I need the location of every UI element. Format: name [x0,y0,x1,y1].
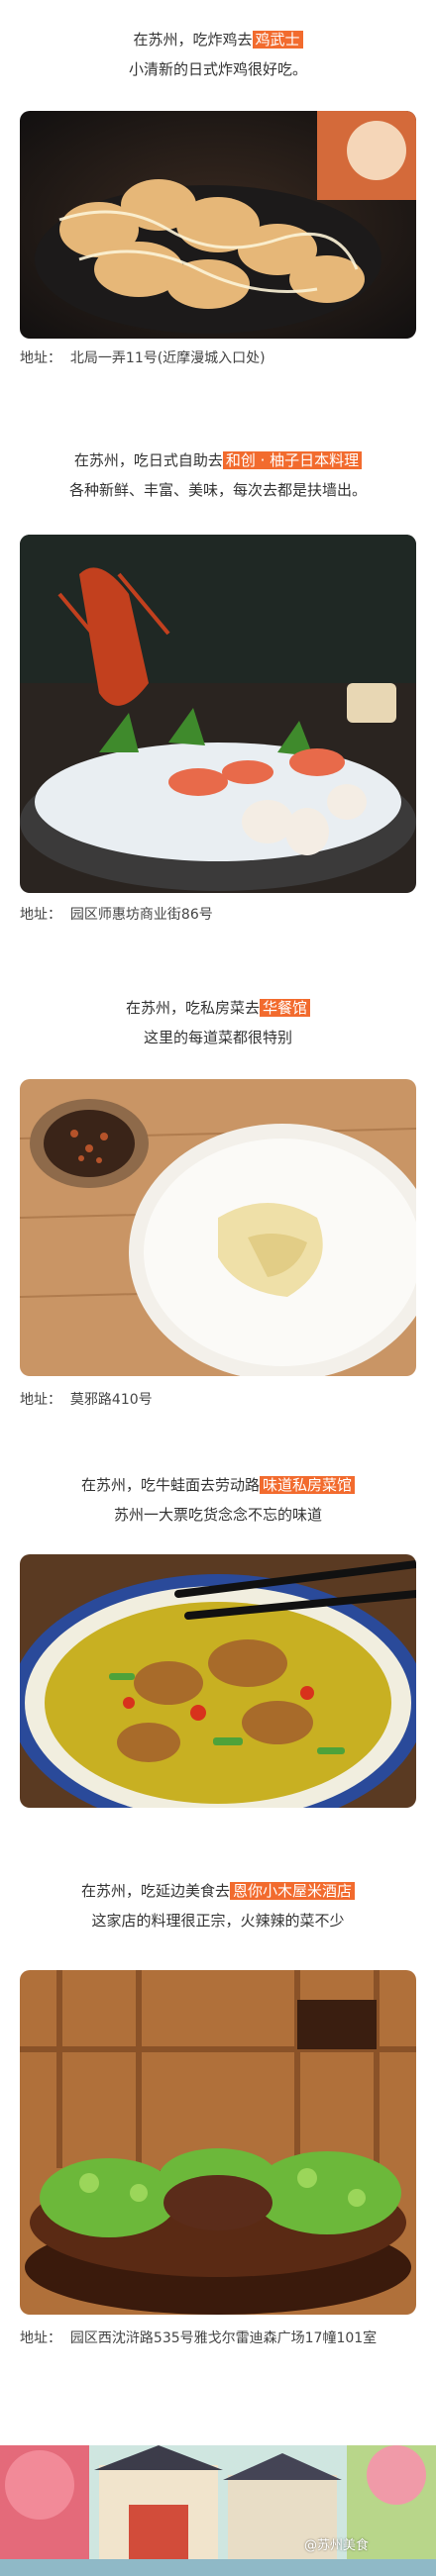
food-photo-private-kitchen [20,1079,416,1376]
entry-subtitle: 这里的每道菜都很特别 [143,1029,292,1046]
food-photo-bullfrog [20,1554,416,1808]
entry-subtitle: 各种新鲜、丰富、美味，每次去都是扶墙出。 [68,481,367,499]
headline-text: 在苏州，吃延边美食去 [80,1882,230,1900]
address-text: 北局一弄11号(近摩漫城入口处) [69,350,266,366]
entry-headline: 在苏州，吃炸鸡去 鸡武士 [0,30,436,50]
entry-address: 地址： 园区师惠坊商业街86号 [20,903,416,927]
restaurant-name-highlight: 鸡武士 [252,31,303,49]
restaurant-name-highlight: 味道私房菜馆 [260,1476,356,1494]
entry-3: 在苏州，吃私房菜去 华餐馆 这里的每道菜都很特别 [0,998,436,1047]
headline-text: 在苏州，吃私房菜去 [125,999,260,1017]
address-text: 园区西沈浒路535号雅戈尔雷迪森广场17幢101室 [69,2330,378,2346]
entry-subtitle: 这家店的料理很正宗，火辣辣的菜不少 [91,1912,345,1930]
food-photo-yanbian [20,1970,416,2315]
entry-subtitle: 小清新的日式炸鸡很好吃。 [128,60,307,78]
entry-2: 在苏州，吃日式自助去 和创 · 柚子日本料理 各种新鲜、丰富、美味，每次去都是扶墙… [0,450,436,500]
address-label: 地址： [20,350,61,366]
entry-headline: 在苏州，吃牛蛙面去劳动路 味道私房菜馆 [0,1475,436,1495]
address-label: 地址： [20,1392,61,1408]
address-label: 地址： [20,907,61,923]
entry-subtitle: 苏州一大票吃货念念不忘的味道 [113,1506,322,1524]
entry-5: 在苏州，吃延边美食去 恩你小木屋米酒店 这家店的料理很正宗，火辣辣的菜不少 [0,1881,436,1931]
address-label: 地址： [20,2330,61,2346]
entry-headline: 在苏州，吃日式自助去 和创 · 柚子日本料理 [0,450,436,470]
entry-1: 在苏州，吃炸鸡去 鸡武士 小清新的日式炸鸡很好吃。 [0,30,436,79]
headline-text: 在苏州，吃炸鸡去 [133,31,253,49]
headline-text: 在苏州，吃牛蛙面去劳动路 [80,1476,260,1494]
bottom-illustration [0,2445,436,2576]
entry-address: 地址： 北局一弄11号(近摩漫城入口处) [20,347,416,370]
entry-headline: 在苏州，吃延边美食去 恩你小木屋米酒店 [0,1881,436,1901]
restaurant-name-highlight: 华餐馆 [260,999,311,1017]
entry-address: 地址： 莫邪路410号 [20,1388,416,1412]
restaurant-name-highlight: 和创 · 柚子日本料理 [222,451,363,469]
food-photo-fried-chicken [20,111,416,339]
entry-address: 地址： 园区西沈浒路535号雅戈尔雷迪森广场17幢101室 [20,2327,416,2350]
address-text: 莫邪路410号 [69,1392,153,1408]
entry-headline: 在苏州，吃私房菜去 华餐馆 [0,998,436,1018]
address-text: 园区师惠坊商业街86号 [69,907,213,923]
headline-text: 在苏州，吃日式自助去 [73,451,223,469]
food-photo-japanese-buffet [20,535,416,893]
restaurant-name-highlight: 恩你小木屋米酒店 [230,1882,356,1900]
entry-4: 在苏州，吃牛蛙面去劳动路 味道私房菜馆 苏州一大票吃货念念不忘的味道 [0,1475,436,1525]
watermark: @苏州美食 [303,2538,369,2553]
